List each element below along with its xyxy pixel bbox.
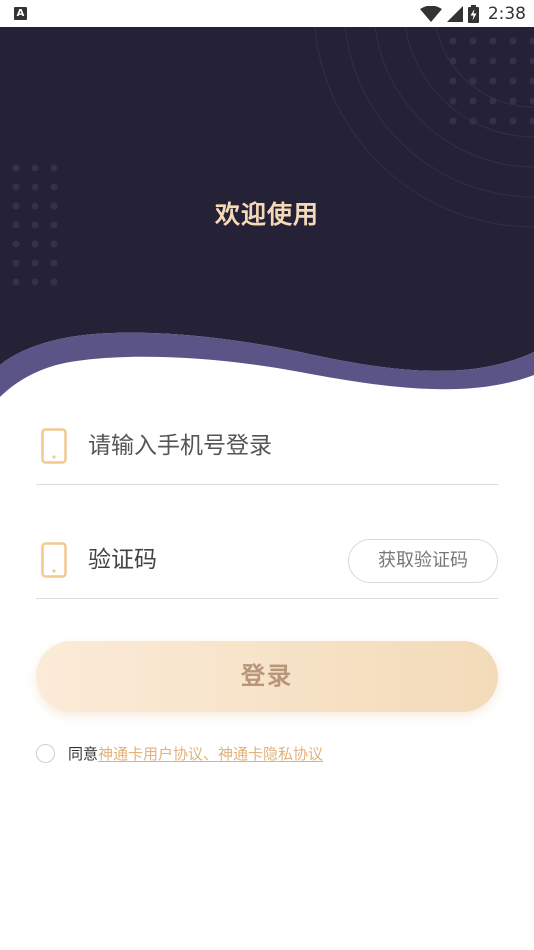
agreement-checkbox[interactable] xyxy=(36,743,55,763)
decor-dot xyxy=(12,183,20,191)
decor-dot xyxy=(469,97,477,105)
decor-dot xyxy=(12,259,20,267)
decor-dot xyxy=(469,117,477,125)
decor-dot xyxy=(489,117,497,125)
decor-dot xyxy=(50,278,58,286)
welcome-header: 欢迎使用 xyxy=(0,27,534,407)
wifi-icon xyxy=(419,6,442,22)
login-button[interactable]: 登录 xyxy=(36,641,498,712)
decor-dot xyxy=(449,57,457,65)
decor-dot xyxy=(50,259,58,267)
battery-charging-icon xyxy=(467,5,479,23)
decor-dot xyxy=(449,77,457,85)
decor-dot xyxy=(469,57,477,65)
decor-dot xyxy=(509,97,517,105)
decor-dot xyxy=(12,164,20,172)
decor-dot xyxy=(12,278,20,286)
cell-signal-icon xyxy=(446,6,463,22)
get-code-button[interactable]: 获取验证码 xyxy=(348,539,498,583)
decor-dot xyxy=(489,37,497,45)
decor-dot xyxy=(50,183,58,191)
decor-dot xyxy=(449,37,457,45)
decor-dot xyxy=(31,164,39,172)
decor-dot xyxy=(489,57,497,65)
decor-dot xyxy=(449,97,457,105)
verification-code-input[interactable]: 验证码 xyxy=(88,543,157,577)
decor-dot xyxy=(509,117,517,125)
phone-field[interactable]: 请输入手机号登录 xyxy=(36,414,498,485)
phone-input[interactable]: 请输入手机号登录 xyxy=(88,429,272,463)
decor-dot xyxy=(31,240,39,248)
decor-dot xyxy=(469,37,477,45)
decor-dot xyxy=(509,77,517,85)
agreement-link[interactable]: 神通卡用户协议、神通卡隐私协议 xyxy=(98,743,323,764)
decor-dot xyxy=(509,57,517,65)
decor-dot xyxy=(469,77,477,85)
decor-dot xyxy=(489,77,497,85)
status-icons: 2:38 xyxy=(419,4,526,24)
phone-icon xyxy=(41,542,67,578)
welcome-title: 欢迎使用 xyxy=(214,200,319,229)
login-screen: A 2:38 欢迎使用 请输入手机号登录 验证码 获取验证码 登录 同意 神通卡… xyxy=(0,0,534,950)
agreement-row: 同意 神通卡用户协议、神通卡隐私协议 xyxy=(36,742,323,764)
decor-dot xyxy=(509,37,517,45)
agreement-prefix: 同意 xyxy=(68,744,99,763)
decor-dot xyxy=(50,164,58,172)
status-time: 2:38 xyxy=(487,4,526,24)
phone-icon xyxy=(41,428,67,464)
verification-code-field[interactable]: 验证码 获取验证码 xyxy=(36,528,498,599)
decor-dot xyxy=(31,278,39,286)
notification-app-icon: A xyxy=(14,7,27,20)
decor-dot xyxy=(489,97,497,105)
decor-dot xyxy=(31,183,39,191)
status-bar: A 2:38 xyxy=(0,0,534,27)
decor-dot xyxy=(50,240,58,248)
decor-dot xyxy=(449,117,457,125)
decor-dot xyxy=(12,240,20,248)
decor-dot xyxy=(31,259,39,267)
